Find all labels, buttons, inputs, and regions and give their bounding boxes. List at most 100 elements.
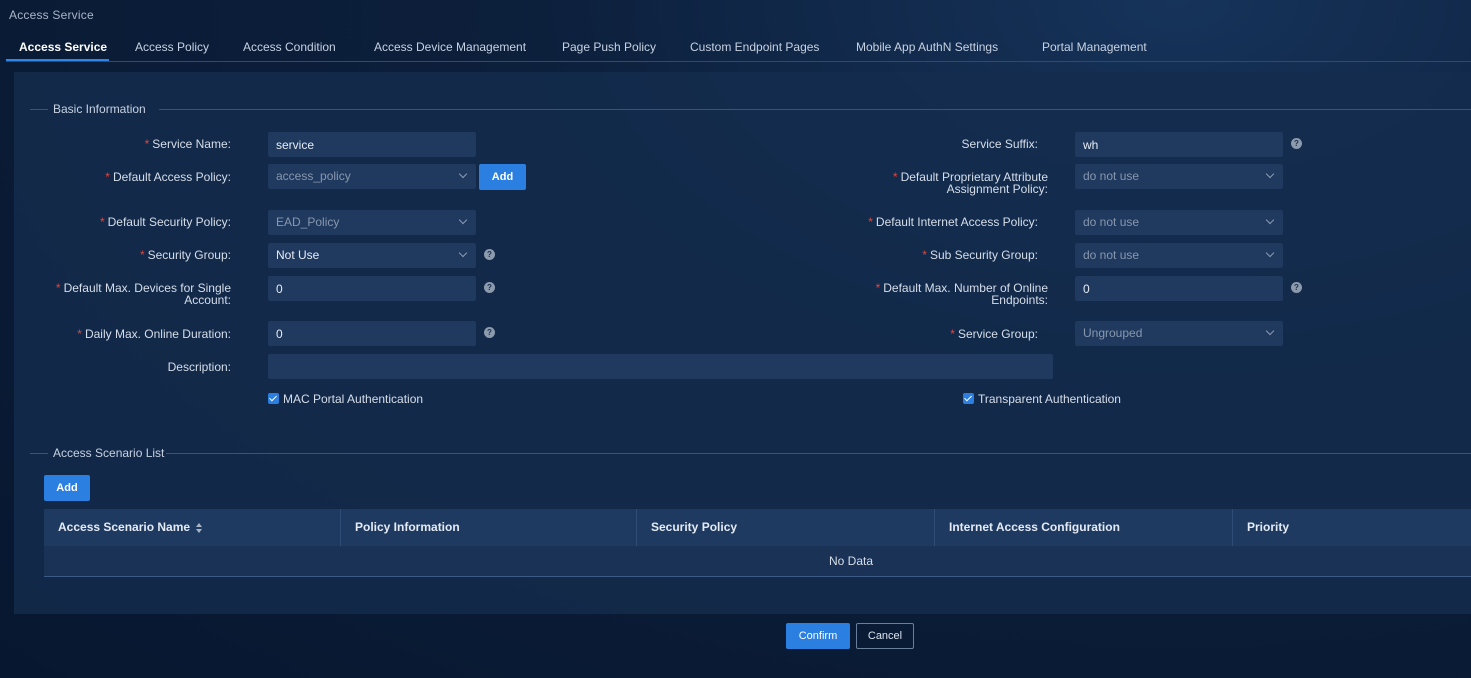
label-line-2: Account: — [184, 293, 231, 307]
security-group-help-icon[interactable]: ? — [484, 249, 495, 260]
sub-security-group-select[interactable]: do not use — [1075, 243, 1283, 268]
mac-portal-label[interactable]: MAC Portal Authentication — [283, 392, 423, 406]
daily-max-input[interactable] — [268, 321, 476, 346]
tab-bar: Access Service Access Policy Access Cond… — [6, 36, 1471, 62]
scenario-header: Access Scenario List — [14, 445, 1471, 460]
tab-access-policy[interactable]: Access Policy — [135, 40, 209, 54]
column-header-policy-information: Policy Information — [341, 509, 637, 546]
required-mark: * — [950, 327, 955, 341]
max-devices-label: * Default Max. Devices for Single Account… — [40, 282, 231, 306]
label-text: Security Group: — [147, 248, 231, 262]
tab-portal-management[interactable]: Portal Management — [1042, 40, 1147, 54]
service-suffix-input[interactable] — [1075, 132, 1283, 157]
default-internet-access-label: * Default Internet Access Policy: — [840, 216, 1038, 228]
label-text: Sub Security Group: — [929, 248, 1038, 262]
max-online-label: * Default Max. Number of Online Endpoints… — [840, 282, 1048, 306]
active-tab-indicator — [6, 59, 109, 61]
tab-access-condition[interactable]: Access Condition — [243, 40, 336, 54]
tab-access-service[interactable]: Access Service — [19, 40, 107, 54]
divider — [30, 109, 48, 110]
transparent-auth-label[interactable]: Transparent Authentication — [978, 392, 1121, 406]
scenario-table: Access Scenario Name Policy Information … — [44, 509, 1471, 577]
select-value: access_policy — [276, 169, 351, 183]
service-name-label: * Service Name: — [40, 138, 231, 150]
label-line-2: Assignment Policy: — [946, 182, 1048, 196]
max-devices-input[interactable] — [268, 276, 476, 301]
chevron-down-icon — [458, 169, 468, 179]
empty-state-text: No Data — [828, 554, 874, 568]
divider — [30, 453, 48, 454]
required-mark: * — [868, 215, 873, 229]
required-mark: * — [99, 215, 105, 229]
default-access-policy-select[interactable]: access_policy — [268, 164, 476, 189]
tab-mobile-app-authn-settings[interactable]: Mobile App AuthN Settings — [856, 40, 998, 54]
chevron-down-icon — [458, 248, 468, 258]
daily-max-label: * Daily Max. Online Duration: — [40, 328, 231, 340]
label-line-2: Endpoints: — [991, 293, 1048, 307]
divider — [166, 453, 1471, 454]
default-security-policy-select[interactable]: EAD_Policy — [268, 210, 476, 235]
chevron-down-icon — [1265, 169, 1275, 179]
select-value: EAD_Policy — [276, 215, 340, 229]
required-mark: * — [77, 327, 82, 341]
default-proprietary-label: * Default Proprietary Attribute Assignmen… — [840, 171, 1048, 195]
service-name-input[interactable] — [268, 132, 476, 157]
table-body: No Data — [44, 546, 1471, 577]
description-input[interactable] — [268, 354, 1053, 379]
service-suffix-label: Service Suffix: — [961, 137, 1038, 151]
max-online-input[interactable] — [1075, 276, 1283, 301]
column-header-scenario-name[interactable]: Access Scenario Name — [44, 509, 341, 546]
transparent-auth-checkbox[interactable] — [963, 393, 974, 404]
service-group-select[interactable]: Ungrouped — [1075, 321, 1283, 346]
tab-custom-endpoint-pages[interactable]: Custom Endpoint Pages — [690, 40, 819, 54]
service-group-label: * Service Group: — [840, 328, 1038, 340]
max-devices-help-icon[interactable]: ? — [484, 282, 495, 293]
window-title: Access Service — [9, 8, 94, 22]
required-mark: * — [105, 170, 110, 184]
label-text: Default Access Policy: — [112, 170, 231, 184]
default-internet-access-select[interactable]: do not use — [1075, 210, 1283, 235]
table-header: Access Scenario Name Policy Information … — [44, 509, 1471, 546]
chevron-down-icon — [1265, 248, 1275, 258]
sort-icon[interactable] — [195, 522, 203, 533]
default-proprietary-select[interactable]: do not use — [1075, 164, 1283, 189]
security-group-select[interactable]: Not Use — [268, 243, 476, 268]
tab-access-device-management[interactable]: Access Device Management — [374, 40, 526, 54]
max-online-help-icon[interactable]: ? — [1291, 282, 1302, 293]
required-mark: * — [892, 170, 898, 184]
column-header-security-policy: Security Policy — [637, 509, 935, 546]
required-mark: * — [875, 281, 881, 295]
label-text: Default Internet Access Policy: — [875, 215, 1038, 229]
chevron-down-icon — [1265, 215, 1275, 225]
service-suffix-help-icon[interactable]: ? — [1291, 138, 1302, 149]
confirm-button[interactable]: Confirm — [786, 623, 850, 649]
add-scenario-button[interactable]: Add — [44, 475, 90, 501]
default-access-policy-label: * Default Access Policy: — [40, 171, 231, 183]
daily-max-help-icon[interactable]: ? — [484, 327, 495, 338]
select-value: do not use — [1083, 248, 1140, 262]
add-access-policy-button[interactable]: Add — [479, 164, 526, 190]
chevron-down-icon — [458, 215, 468, 225]
label-text: Service Name: — [152, 137, 231, 151]
required-mark: * — [139, 248, 145, 262]
required-mark: * — [144, 137, 150, 151]
select-value: Not Use — [276, 248, 320, 262]
required-mark: * — [922, 248, 927, 262]
select-value: do not use — [1083, 169, 1140, 183]
column-label: Access Scenario Name — [58, 520, 191, 534]
column-header-priority: Priority — [1247, 520, 1290, 534]
label-text: Default Security Policy: — [107, 215, 231, 229]
chevron-down-icon — [1265, 326, 1275, 336]
select-value: do not use — [1083, 215, 1140, 229]
scenario-title: Access Scenario List — [53, 446, 165, 460]
basic-info-header: Basic Information — [14, 101, 1471, 116]
basic-info-title: Basic Information — [53, 102, 146, 116]
tab-page-push-policy[interactable]: Page Push Policy — [562, 40, 656, 54]
select-value: Ungrouped — [1083, 326, 1143, 340]
security-group-label: * Security Group: — [40, 249, 231, 261]
label-text: Service Group: — [957, 327, 1038, 341]
cancel-button[interactable]: Cancel — [856, 623, 914, 649]
mac-portal-checkbox[interactable] — [268, 393, 279, 404]
divider — [159, 109, 1471, 110]
column-header-internet-access: Internet Access Configuration — [935, 509, 1233, 546]
